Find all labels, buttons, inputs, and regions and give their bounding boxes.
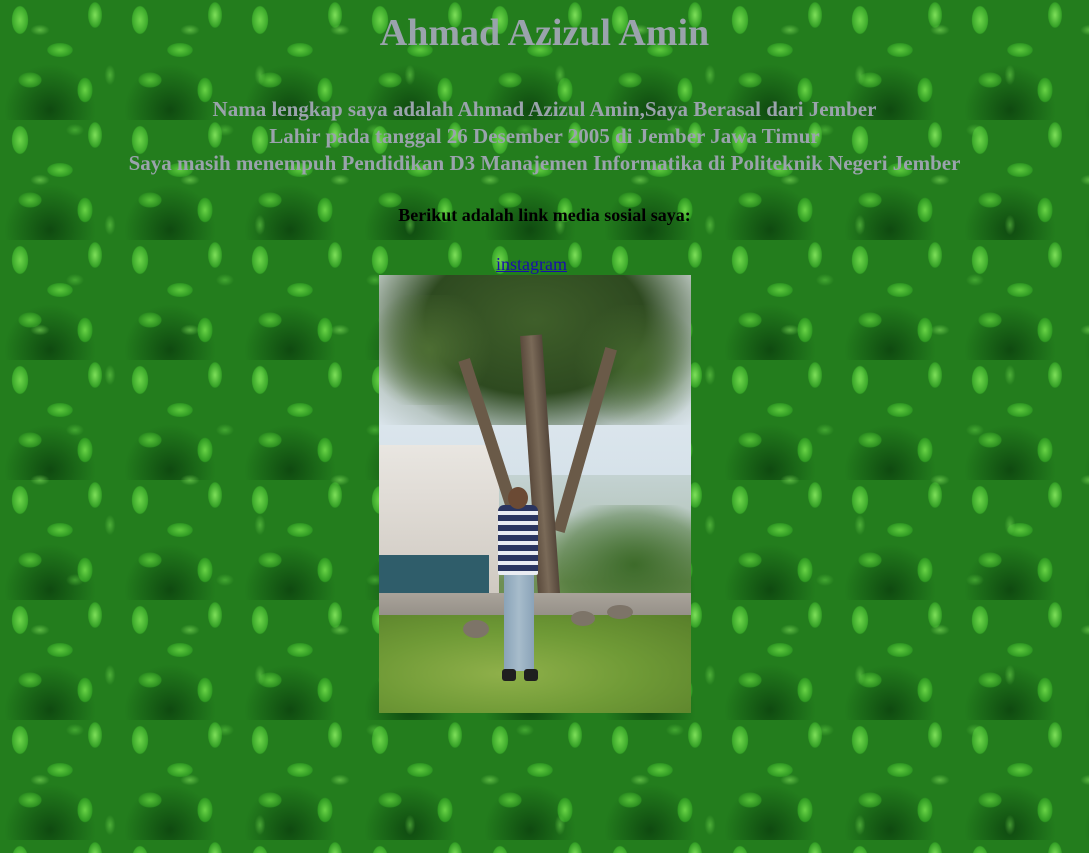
profile-photo (379, 275, 691, 713)
instagram-link[interactable]: instagram (496, 253, 567, 275)
bio-line-2: Lahir pada tanggal 26 Desember 2005 di J… (269, 124, 820, 148)
bio-section: Nama lengkap saya adalah Ahmad Azizul Am… (0, 96, 1089, 177)
page-title: Ahmad Azizul Amin (379, 12, 710, 54)
page-content: Ahmad Azizul Amin Nama lengkap saya adal… (0, 0, 1089, 853)
bio-line-3: Saya masih menempuh Pendidikan D3 Manaje… (128, 151, 961, 175)
bio-line-1: Nama lengkap saya adalah Ahmad Azizul Am… (212, 97, 877, 121)
social-heading: Berikut adalah link media sosial saya: (398, 205, 691, 225)
